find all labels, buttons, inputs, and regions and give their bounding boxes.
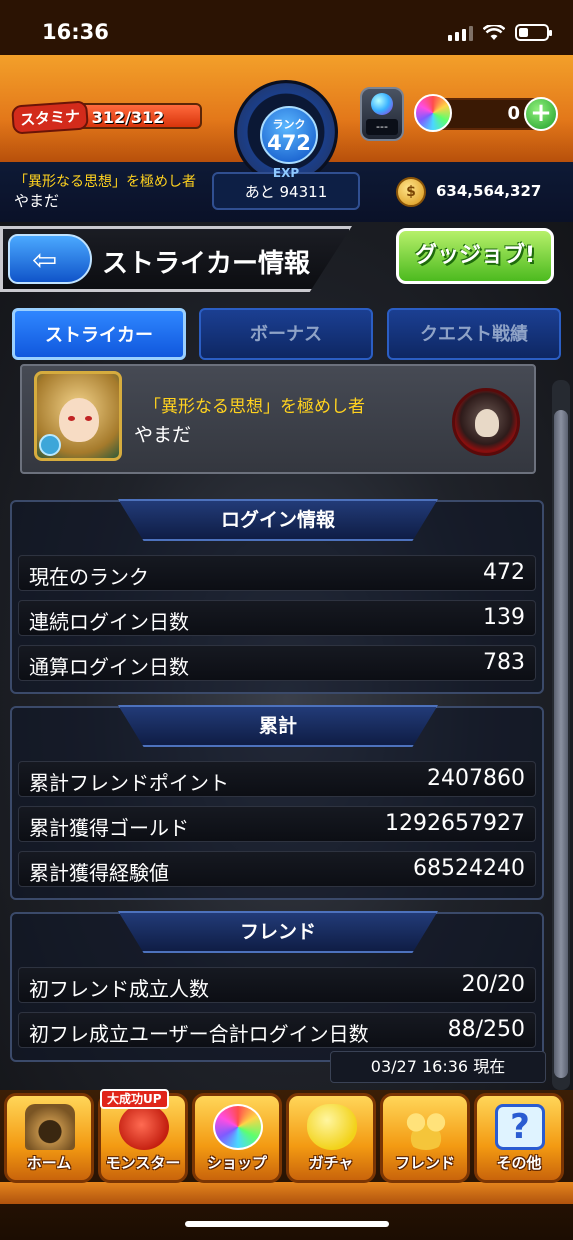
table-row: 累計フレンドポイント 2407860 [18,761,536,797]
nav-gacha[interactable]: ガチャ [286,1093,376,1183]
gold-amount: 634,564,327 [436,182,542,200]
good-job-button[interactable]: グッジョブ! [396,228,554,284]
row-label: 現在のランク [29,565,149,589]
status-bar: 16:36 [0,0,573,62]
monster-icon [119,1104,169,1150]
row-label: 初フレンド成立人数 [29,977,209,1001]
timestamp: 03/27 16:36 現在 [330,1051,546,1083]
tab-bonus[interactable]: ボーナス [199,308,373,360]
table-row: 連続ログイン日数 139 [18,600,536,636]
nav-label: その他 [496,1154,542,1172]
row-value: 88/250 [447,1017,525,1042]
home-indicator[interactable] [185,1221,389,1227]
avatar-eye [85,416,92,421]
back-arrow-icon: ⇦ [32,243,58,278]
nav-other[interactable]: ? その他 [474,1093,564,1183]
add-orb-button[interactable]: + [524,97,558,131]
orb-count: 0 [507,103,520,124]
row-value: 1292657927 [385,811,525,836]
gold-coin-icon: $ [396,177,426,207]
friends-icon [401,1104,451,1150]
row-value: 472 [483,560,525,585]
castle-icon [25,1104,75,1150]
friend-section-heading: フレンド [118,911,438,953]
rank-circle: ランク 472 [260,106,318,164]
totals-section-heading: 累計 [118,705,438,747]
exp-box: EXP あと 94311 [212,166,360,210]
row-value: 20/20 [461,972,525,997]
nav-home[interactable]: ホーム [4,1093,94,1183]
row-label: 通算ログイン日数 [29,655,189,679]
status-time: 16:36 [42,20,109,44]
orb-icon [414,94,452,132]
egg-icon [307,1104,357,1150]
table-row: 初フレ成立ユーザー合計ログイン日数 88/250 [18,1012,536,1048]
skull-icon [475,409,499,437]
nav-label: フレンド [394,1154,455,1172]
page-title: ストライカー情報 [102,249,311,279]
row-label: 連続ログイン日数 [29,610,189,634]
scrollbar-thumb[interactable] [554,410,568,1078]
avatar-eye [68,416,75,421]
item-orb-icon [371,93,393,115]
row-label: 累計獲得経験値 [29,861,169,885]
nav-label: ショップ [206,1154,267,1172]
profile-name: やまだ [134,424,192,446]
good-job-label: グッジョブ! [414,243,536,268]
avatar-element-icon [39,434,61,456]
table-row: 累計獲得経験値 68524240 [18,851,536,887]
wifi-icon [483,24,505,40]
table-row: 通算ログイン日数 783 [18,645,536,681]
avatar[interactable] [34,371,122,461]
row-value: 68524240 [413,856,525,881]
battery-icon [515,24,552,41]
nav-shop[interactable]: ショップ [192,1093,282,1183]
table-row: 現在のランク 472 [18,555,536,591]
question-icon: ? [495,1104,545,1150]
row-value: 139 [483,605,525,630]
success-up-badge: 大成功UP [100,1089,169,1109]
emblem-icon[interactable] [452,388,520,456]
exp-remaining: あと 94311 [244,183,328,201]
orb-icon [213,1104,263,1150]
bottom-nav-stripe [0,1182,573,1204]
nav-label: ホーム [26,1154,72,1172]
back-button[interactable]: ⇦ [8,234,92,284]
header-username: やまだ [14,192,60,210]
row-value: 783 [483,650,525,675]
orb-item-icon[interactable]: --- [360,87,404,141]
item-count: --- [366,119,398,135]
avatar-face [59,398,99,442]
row-label: 初フレ成立ユーザー合計ログイン日数 [29,1022,369,1046]
table-row: 累計獲得ゴールド 1292657927 [18,806,536,842]
signal-icon [448,25,473,41]
header-title: 「異形なる思想」を極めし者 [14,174,196,190]
profile-title: 「異形なる思想」を極めし者 [144,397,365,417]
exp-label: EXP [272,166,300,180]
tab-quest-record[interactable]: クエスト戦績 [387,308,561,360]
rank-value: 472 [267,131,311,155]
nav-label: モンスター [105,1154,181,1172]
status-icons [448,24,552,41]
stamina-label: スタミナ [11,100,89,135]
row-value: 2407860 [427,766,525,791]
row-label: 累計獲得ゴールド [29,816,189,840]
nav-friend[interactable]: フレンド [380,1093,470,1183]
tab-striker[interactable]: ストライカー [12,308,186,360]
rank-label: ランク [272,118,306,131]
table-row: 初フレンド成立人数 20/20 [18,967,536,1003]
nav-label: ガチャ [308,1154,354,1172]
login-section-heading: ログイン情報 [118,499,438,541]
row-label: 累計フレンドポイント [29,771,229,795]
